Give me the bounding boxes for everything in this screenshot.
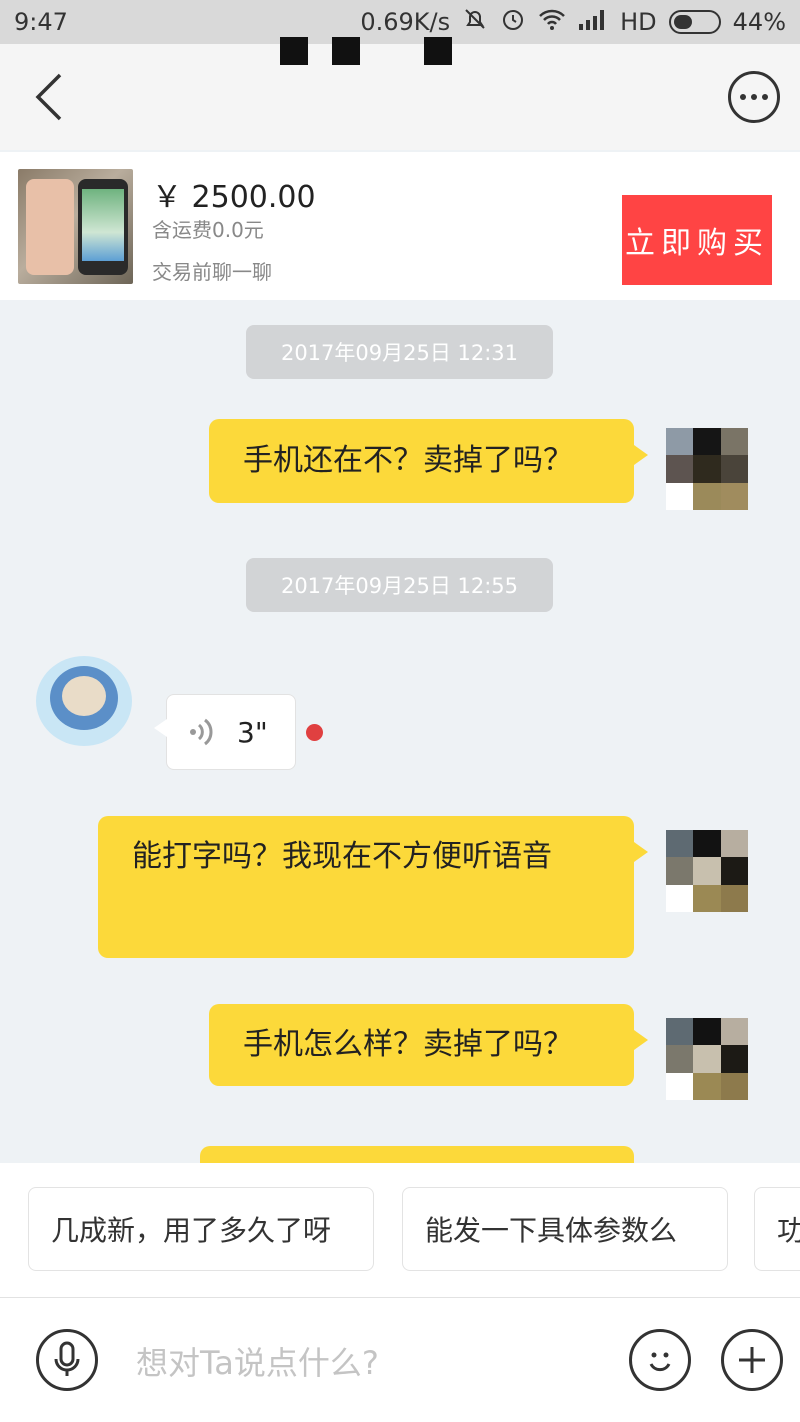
unread-dot [306, 724, 323, 741]
message-bubble-outgoing[interactable]: 手机怎么样？卖掉了吗？ [209, 1004, 648, 1086]
seller-avatar[interactable] [36, 656, 132, 746]
input-bar: 想对Ta说点什么? [0, 1297, 800, 1422]
wifi-icon [538, 7, 566, 37]
more-button[interactable] [728, 71, 780, 123]
quick-reply-chip[interactable]: 功 [754, 1187, 800, 1271]
voice-input-button[interactable] [36, 1329, 98, 1391]
message-timestamp: 2017年09月25日 12:55 [246, 558, 553, 612]
voice-message[interactable]: 3" [154, 694, 296, 770]
product-price: ￥ 2500.00 [152, 180, 316, 215]
more-actions-button[interactable] [721, 1329, 783, 1391]
voice-duration: 3" [237, 715, 268, 749]
chevron-left-icon [35, 73, 62, 121]
chat-title-redacted [280, 34, 520, 68]
emoji-button[interactable] [629, 1329, 691, 1391]
buy-now-button[interactable]: 立即购买 [622, 195, 772, 285]
microphone-icon [54, 1341, 80, 1376]
my-avatar[interactable] [666, 1018, 748, 1100]
message-bubble-outgoing[interactable]: 能打字吗？我现在不方便听语音 [98, 816, 648, 958]
voice-wave-icon [190, 718, 213, 746]
battery-icon [668, 10, 721, 34]
quick-reply-bar: 几成新，用了多久了呀 能发一下具体参数么 功 [0, 1163, 800, 1297]
message-input[interactable]: 想对Ta说点什么? [136, 1338, 379, 1384]
more-dots-icon [740, 94, 746, 100]
plus-icon [739, 1347, 765, 1373]
message-timestamp: 2017年09月25日 12:31 [246, 325, 553, 379]
quick-reply-chip[interactable]: 能发一下具体参数么 [402, 1187, 728, 1271]
quick-reply-chip[interactable]: 几成新，用了多久了呀 [28, 1187, 374, 1271]
signal-icon [578, 8, 608, 36]
my-avatar[interactable] [666, 830, 748, 912]
chat-before-trade: 交易前聊一聊 [152, 260, 272, 284]
message-bubble-outgoing[interactable]: 手机还在不？卖掉了吗？ [209, 419, 648, 503]
my-avatar[interactable] [666, 428, 748, 510]
product-image[interactable] [18, 169, 133, 284]
status-time: 9:47 [14, 8, 68, 36]
battery-percent: 44% [732, 8, 786, 36]
smiley-icon [649, 1352, 671, 1372]
network-type: HD [620, 8, 657, 36]
net-speed: 0.69K/s [360, 8, 451, 36]
back-button[interactable] [32, 67, 82, 127]
shipping-fee: 含运费0.0元 [152, 218, 264, 242]
